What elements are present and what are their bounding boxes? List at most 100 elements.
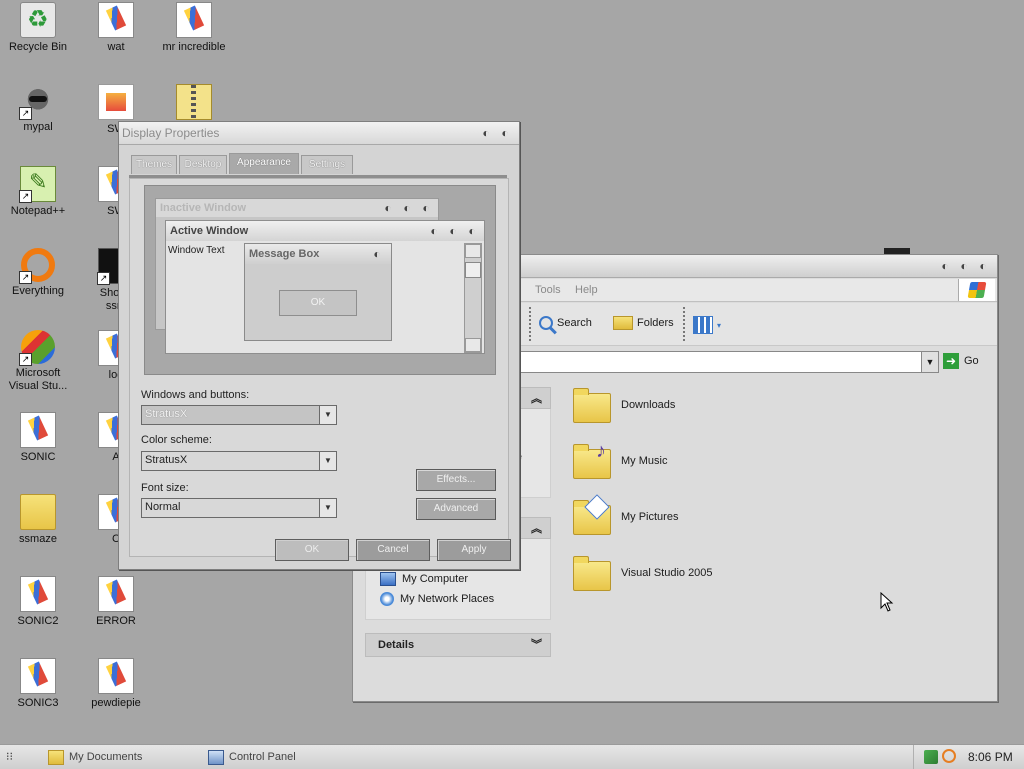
taskbar-item-control-panel[interactable]: Control Panel [208,748,296,766]
tab-desktop[interactable]: Desktop [179,155,227,174]
control-panel-icon [208,749,224,765]
clock[interactable]: 8:06 PM [968,750,1013,764]
color-scheme-select[interactable]: StratusX ▼ [141,451,337,471]
zip-folder-icon [176,84,212,120]
desktop-icon-sonic2[interactable]: SONIC2 [2,576,74,628]
windows-and-buttons-label: Windows and buttons: [141,389,250,401]
details-header[interactable]: Details ︾ [365,633,551,657]
tab-themes[interactable]: Themes [131,155,177,174]
desktop-icon-mr-incredible[interactable]: mr incredible [158,2,230,54]
chevron-down-icon: ▼ [319,452,336,470]
search-icon [539,316,553,330]
windows-logo-icon [958,279,995,301]
music-folder-icon: ♪ [573,440,611,479]
apply-button[interactable]: Apply [437,539,511,561]
toolbar-separator [529,307,532,341]
dialog-title-bar[interactable]: Display Properties ◐ ◐ [119,122,519,145]
folder-icon [573,388,611,423]
desktop-icon-sonic[interactable]: SONIC [2,412,74,464]
menu-help[interactable]: Help [575,284,598,296]
desktop-icon-label: Recycle Bin [8,41,68,53]
windows-and-buttons-select[interactable]: StratusX ▼ [141,405,337,425]
preview-message-box-close-icon: ◐ [373,247,381,261]
desktop-icon-label: SONIC3 [17,697,59,709]
folder-icon [48,749,64,765]
desktop-icon-label: Notepad++ [10,205,66,217]
tab-settings[interactable]: Settings [301,155,353,174]
folder-label: My Pictures [621,511,679,523]
maximize-button[interactable]: ◐ [956,258,972,274]
folders-button[interactable]: Folders [613,316,674,330]
folder-icon [20,494,56,530]
preview-window-controls: ◐ ◐ ◐ [430,224,476,238]
preview-scrollbar [464,243,482,353]
recycle-bin-icon [20,2,56,38]
display-properties-dialog[interactable]: Display Properties ◐ ◐ Themes Desktop App… [118,121,520,570]
place-my-computer[interactable]: My Computer [366,569,550,589]
desktop-icon-sonic3[interactable]: SONIC3 [2,658,74,710]
color-scheme-value: StratusX [145,454,188,466]
place-my-network-places[interactable]: My Network Places [366,589,550,609]
close-button[interactable]: ◐ [975,258,991,274]
paint-document-icon [20,658,56,694]
details-header-label: Details [378,639,415,651]
start-button[interactable]: ⁝⁝ [6,750,20,764]
address-dropdown-button[interactable]: ▼ [921,352,938,372]
font-size-select[interactable]: Normal ▼ [141,498,337,518]
search-button-label: Search [557,316,592,329]
desktop-icon-error[interactable]: ERROR [80,576,152,628]
dialog-title: Display Properties [122,126,220,140]
chevron-down-icon: ▾ [717,320,722,330]
desktop-icon-notepad-plus-plus[interactable]: Notepad++ [2,166,74,218]
appearance-preview: Inactive Window ◐ ◐ ◐ Active Window ◐ ◐ ◐ Wi… [144,185,496,375]
effects-button[interactable]: Effects... [416,469,496,491]
taskbar-item-my-documents[interactable]: My Documents [48,748,142,766]
windows-and-buttons-value: StratusX [145,408,188,420]
network-icon [380,592,394,607]
details-pane: Details ︾ [365,633,551,657]
notepad-plus-plus-icon [19,166,56,203]
place-label: My Network Places [400,593,495,605]
desktop-icon-everything[interactable]: Everything [2,248,74,298]
taskbar-item-label: Control Panel [229,751,296,763]
advanced-button[interactable]: Advanced [416,498,496,520]
help-button[interactable]: ◐ [478,125,494,141]
close-button[interactable]: ◐ [497,125,513,141]
ok-button[interactable]: OK [275,539,349,561]
chevron-down-icon: ▼ [319,406,336,424]
preview-ok-button: OK [279,290,357,316]
preview-message-box: Message Box ◐ OK [244,243,392,341]
collapse-chevron-icon: ︽ [531,523,542,535]
color-scheme-label: Color scheme: [141,434,212,446]
desktop-icon-label: mr incredible [162,41,226,53]
tray-search-icon[interactable] [942,749,956,763]
desktop-icon-wat[interactable]: wat [80,2,152,54]
cancel-button[interactable]: Cancel [356,539,430,561]
go-arrow-icon: ➜ [943,353,959,369]
desktop-icon-recycle-bin[interactable]: Recycle Bin [2,2,74,54]
desktop-icon-zip[interactable] [158,84,230,123]
desktop-icon-mypal[interactable]: mypal [2,84,74,134]
visual-studio-icon [19,330,55,366]
paint-document-icon [20,576,56,612]
font-size-value: Normal [145,501,181,513]
go-button[interactable]: ➜ Go [943,353,979,369]
appearance-panel: Inactive Window ◐ ◐ ◐ Active Window ◐ ◐ ◐ Wi… [129,178,509,557]
tray-app-icon[interactable] [924,750,938,764]
search-button[interactable]: Search [539,316,592,330]
desktop-icon-label-line2: Visual Stu... [8,380,68,392]
desktop-icon-label: ssmaze [19,533,57,545]
tab-appearance[interactable]: Appearance [229,153,299,174]
menu-tools[interactable]: Tools [535,284,561,296]
flash-file-icon [98,84,134,120]
minimize-button[interactable]: ◐ [937,258,953,274]
paint-document-icon [20,412,56,448]
desktop-icon-visual-studio[interactable]: Microsoft Visual Stu... [2,330,74,393]
desktop-icon-label: SONIC [20,451,56,463]
desktop-icon-pewdiepie[interactable]: pewdiepie [80,658,152,710]
views-button[interactable]: ▾ [693,316,721,334]
desktop-icon-ssmaze[interactable]: ssmaze [2,494,74,546]
desktop-icon-label: Microsoft [15,367,61,379]
folder-label: Visual Studio 2005 [621,567,713,579]
expand-chevron-icon: ︾ [531,639,542,651]
